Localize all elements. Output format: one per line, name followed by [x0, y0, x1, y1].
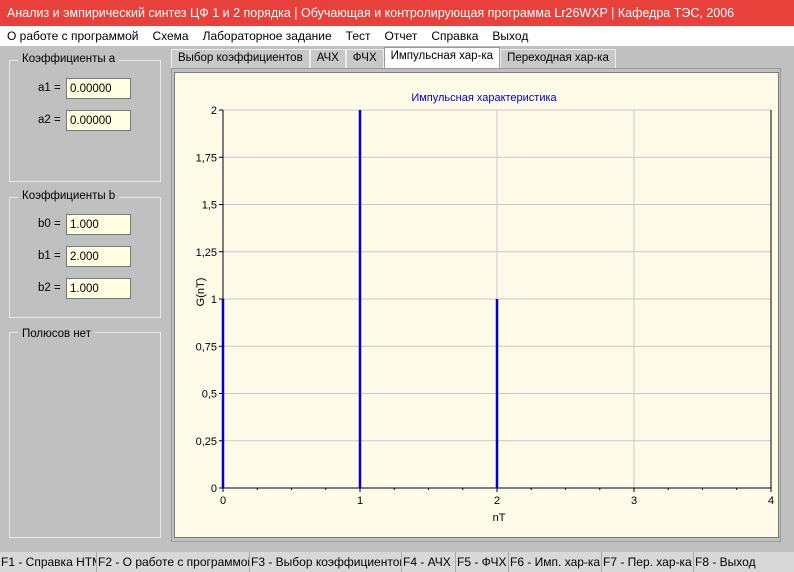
- coef-a2-label: a2 =: [38, 114, 61, 126]
- coefficients-a-legend: Коэффициенты a: [18, 53, 120, 65]
- tab-amplitude-response[interactable]: АЧХ: [309, 49, 346, 68]
- tab-content-panel: Импульсная характеристика 0 0,25 0,5 0,75 1 1…: [171, 68, 781, 542]
- y-tick-label: 1,5: [202, 200, 217, 212]
- menu-lab-task[interactable]: Лабораторное задание: [196, 26, 339, 46]
- chart-axes: 0 0,25 0,5 0,75 1 1,25 1,5 1,75 2 0 1 2 3 4: [196, 105, 774, 507]
- chart-area: Импульсная характеристика 0 0,25 0,5 0,75 1 1…: [174, 72, 779, 538]
- poles-group: Полюсов нет: [9, 328, 161, 538]
- coef-b2-label: b2 =: [38, 282, 61, 294]
- x-tick-label: 3: [631, 495, 637, 507]
- coef-b1-label: b1 =: [38, 250, 61, 262]
- status-f2-about[interactable]: F2 - О работе с программой: [97, 552, 250, 572]
- coef-b0-input[interactable]: [66, 214, 131, 235]
- status-f7-step[interactable]: F7 - Пер. хар-ка: [602, 552, 694, 572]
- y-tick-label: 0,25: [196, 436, 217, 448]
- menu-test[interactable]: Тест: [339, 26, 378, 46]
- x-axis-label: nT: [493, 512, 506, 524]
- status-bar: F1 - Справка HTML F2 - О работе с програ…: [0, 552, 794, 572]
- status-f5-phase[interactable]: F5 - ФЧХ: [456, 552, 509, 572]
- x-tick-label: 4: [768, 495, 774, 507]
- status-f8-exit[interactable]: F8 - Выход: [694, 552, 794, 572]
- x-tick-label: 2: [494, 495, 500, 507]
- y-tick-label: 1,75: [196, 152, 217, 164]
- coefficients-a-group: Коэффициенты a a1 = a2 =: [9, 53, 161, 182]
- y-tick-label: 0,5: [202, 389, 217, 401]
- coef-b1-row: b1 =: [10, 246, 160, 268]
- coef-b2-row: b2 =: [10, 278, 160, 300]
- tab-coefficients[interactable]: Выбор коэффициентов: [171, 49, 310, 68]
- coef-a1-label: a1 =: [38, 82, 61, 94]
- coef-b0-row: b0 =: [10, 214, 160, 236]
- impulse-response-chart: Импульсная характеристика 0 0,25 0,5 0,75 1 1…: [195, 92, 774, 524]
- chart-title: Импульсная характеристика: [411, 92, 557, 104]
- y-axis-label: G(nT): [195, 278, 207, 307]
- menu-exit[interactable]: Выход: [485, 26, 535, 46]
- tab-step-response[interactable]: Переходная хар-ка: [500, 49, 616, 68]
- coef-b1-input[interactable]: [66, 246, 131, 267]
- menu-bar: О работе с программой Схема Лабораторное…: [0, 26, 794, 46]
- window-title: Анализ и эмпирический синтез ЦФ 1 и 2 по…: [0, 0, 794, 26]
- status-f4-amplitude[interactable]: F4 - АЧХ: [402, 552, 456, 572]
- poles-label: Полюсов нет: [18, 328, 95, 340]
- x-tick-label: 1: [357, 495, 363, 507]
- coefficients-panel: Коэффициенты a a1 = a2 = Коэффициенты b …: [0, 46, 168, 548]
- status-f1-help[interactable]: F1 - Справка HTML: [0, 552, 97, 572]
- tab-bar: Выбор коэффициентов АЧХ ФЧХ Импульсная х…: [171, 47, 616, 68]
- status-f3-coefficients[interactable]: F3 - Выбор коэффициентов: [250, 552, 402, 572]
- y-tick-label: 1: [211, 294, 217, 306]
- y-tick-label: 0: [211, 483, 217, 495]
- coef-a2-row: a2 =: [10, 110, 160, 132]
- menu-report[interactable]: Отчет: [377, 26, 424, 46]
- coef-a1-row: a1 =: [10, 78, 160, 100]
- y-tick-label: 0,75: [196, 341, 217, 353]
- menu-about[interactable]: О работе с программой: [0, 26, 145, 46]
- status-f6-impulse[interactable]: F6 - Имп. хар-ка: [509, 552, 602, 572]
- y-tick-label: 1,25: [196, 247, 217, 259]
- coef-a1-input[interactable]: [66, 78, 131, 99]
- coefficients-b-group: Коэффициенты b b0 = b1 = b2 =: [9, 190, 161, 318]
- x-tick-label: 0: [220, 495, 226, 507]
- menu-help[interactable]: Справка: [424, 26, 485, 46]
- coefficients-b-legend: Коэффициенты b: [18, 190, 120, 202]
- y-tick-label: 2: [211, 105, 217, 117]
- coef-b2-input[interactable]: [66, 278, 131, 299]
- coef-b0-label: b0 =: [38, 218, 61, 230]
- coef-a2-input[interactable]: [66, 110, 131, 131]
- tab-phase-response[interactable]: ФЧХ: [345, 49, 384, 68]
- menu-scheme[interactable]: Схема: [145, 26, 195, 46]
- tab-impulse-response[interactable]: Импульсная хар-ка: [383, 47, 501, 68]
